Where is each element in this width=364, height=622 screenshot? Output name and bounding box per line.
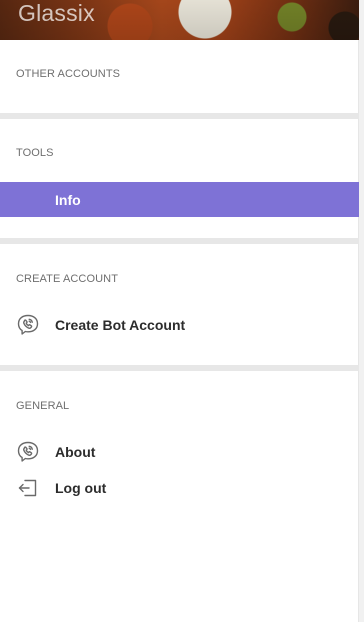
brand-title: Glassix bbox=[18, 0, 95, 26]
menu-item-log-out-label: Log out bbox=[55, 480, 107, 496]
menu-item-create-bot-account[interactable]: Create Bot Account bbox=[0, 308, 359, 342]
menu-item-info[interactable]: Info bbox=[0, 182, 359, 217]
viber-phone-icon bbox=[16, 440, 40, 464]
section-title-general: GENERAL bbox=[16, 400, 70, 412]
navigation-drawer: Glassix OTHER ACCOUNTS TOOLS Info CREATE… bbox=[0, 0, 359, 622]
menu-item-info-label: Info bbox=[55, 191, 81, 208]
section-divider bbox=[0, 238, 359, 244]
menu-item-create-bot-account-label: Create Bot Account bbox=[55, 317, 186, 333]
menu-item-about-label: About bbox=[55, 444, 96, 460]
drawer-header: Glassix bbox=[0, 0, 359, 40]
section-divider bbox=[0, 365, 359, 371]
viber-phone-icon bbox=[16, 313, 40, 337]
page-edge bbox=[359, 0, 364, 622]
section-title-tools: TOOLS bbox=[16, 147, 54, 159]
logout-icon bbox=[16, 476, 40, 500]
menu-item-about[interactable]: About bbox=[0, 435, 359, 469]
section-title-other-accounts: OTHER ACCOUNTS bbox=[16, 68, 121, 80]
section-title-create-account: CREATE ACCOUNT bbox=[16, 273, 119, 285]
menu-item-log-out[interactable]: Log out bbox=[0, 471, 359, 505]
section-divider bbox=[0, 113, 359, 119]
